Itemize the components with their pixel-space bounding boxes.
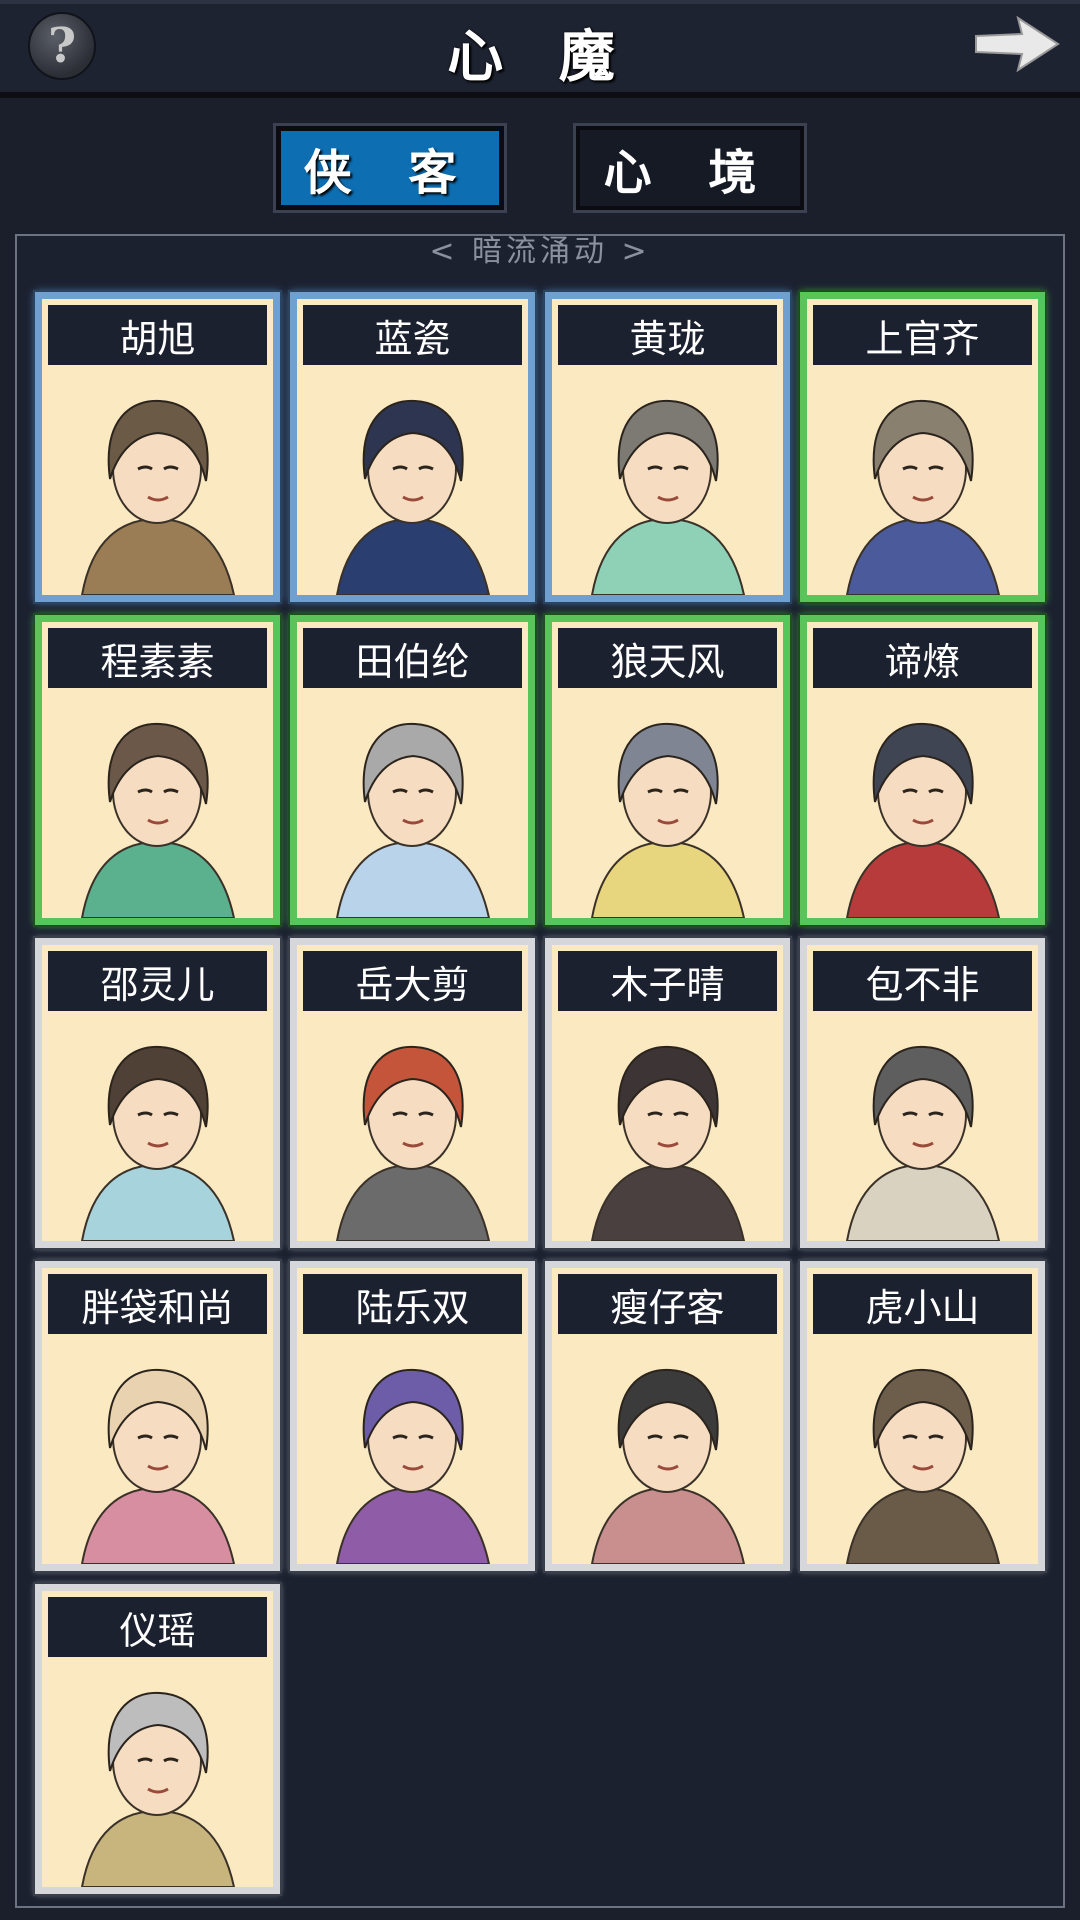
character-card[interactable]: 木子晴 <box>545 938 790 1248</box>
character-name: 包不非 <box>813 951 1032 1011</box>
character-card[interactable]: 蓝瓷 <box>290 292 535 602</box>
character-card[interactable]: 谛燎 <box>800 615 1045 925</box>
character-name: 岳大剪 <box>303 951 522 1011</box>
tab-xinjing[interactable]: 心 境 <box>573 123 807 213</box>
character-portrait <box>807 1338 1038 1564</box>
character-portrait <box>42 1338 273 1564</box>
character-portrait <box>42 369 273 595</box>
character-card[interactable]: 虎小山 <box>800 1261 1045 1571</box>
character-panel[interactable]: < 暗流涌动 > 胡旭 蓝瓷 黄珑 上官齐程素素 田伯纶 狼天风 谛燎邵灵儿 岳大剪 木子晴 包不… <box>15 234 1065 1908</box>
character-name: 木子晴 <box>558 951 777 1011</box>
character-card[interactable]: 包不非 <box>800 938 1045 1248</box>
character-name: 程素素 <box>48 628 267 688</box>
character-portrait <box>297 1015 528 1241</box>
character-card[interactable]: 田伯纶 <box>290 615 535 925</box>
character-card[interactable]: 胡旭 <box>35 292 280 602</box>
tab-bar: 侠 客 心 境 <box>0 98 1080 228</box>
right-arrow-icon[interactable] <box>970 12 1062 76</box>
character-card[interactable]: 陆乐双 <box>290 1261 535 1571</box>
character-portrait <box>552 1338 783 1564</box>
character-portrait <box>42 1661 273 1887</box>
character-name: 田伯纶 <box>303 628 522 688</box>
character-portrait <box>807 692 1038 918</box>
character-card[interactable]: 瘦仔客 <box>545 1261 790 1571</box>
character-portrait <box>552 692 783 918</box>
character-grid: 胡旭 蓝瓷 黄珑 上官齐程素素 田伯纶 狼天风 谛燎邵灵儿 岳大剪 木子晴 包不非胖袋和尚 陆乐双瘦… <box>35 292 1045 1894</box>
character-card[interactable]: 邵灵儿 <box>35 938 280 1248</box>
character-name: 胡旭 <box>48 305 267 365</box>
character-card[interactable]: 黄珑 <box>545 292 790 602</box>
character-card[interactable]: 岳大剪 <box>290 938 535 1248</box>
character-name: 黄珑 <box>558 305 777 365</box>
character-card[interactable]: 狼天风 <box>545 615 790 925</box>
character-card[interactable]: 程素素 <box>35 615 280 925</box>
tab-xiake[interactable]: 侠 客 <box>273 123 507 213</box>
character-portrait <box>42 1015 273 1241</box>
scroll-hint: < 暗流涌动 > <box>429 234 651 269</box>
page-title: 心 魔 <box>447 24 633 90</box>
character-card[interactable]: 胖袋和尚 <box>35 1261 280 1571</box>
character-name: 上官齐 <box>813 305 1032 365</box>
character-portrait <box>807 1015 1038 1241</box>
character-portrait <box>297 369 528 595</box>
character-name: 谛燎 <box>813 628 1032 688</box>
character-portrait <box>297 692 528 918</box>
character-name: 仪瑶 <box>48 1597 267 1657</box>
top-bar: ? 心 魔 <box>0 0 1080 98</box>
character-name: 蓝瓷 <box>303 305 522 365</box>
character-name: 瘦仔客 <box>558 1274 777 1334</box>
character-name: 虎小山 <box>813 1274 1032 1334</box>
character-name: 狼天风 <box>558 628 777 688</box>
character-name: 陆乐双 <box>303 1274 522 1334</box>
character-portrait <box>297 1338 528 1564</box>
character-card[interactable]: 上官齐 <box>800 292 1045 602</box>
character-name: 胖袋和尚 <box>48 1274 267 1334</box>
character-portrait <box>807 369 1038 595</box>
character-portrait <box>42 692 273 918</box>
character-card[interactable]: 仪瑶 <box>35 1584 280 1894</box>
character-portrait <box>552 369 783 595</box>
character-name: 邵灵儿 <box>48 951 267 1011</box>
character-portrait <box>552 1015 783 1241</box>
